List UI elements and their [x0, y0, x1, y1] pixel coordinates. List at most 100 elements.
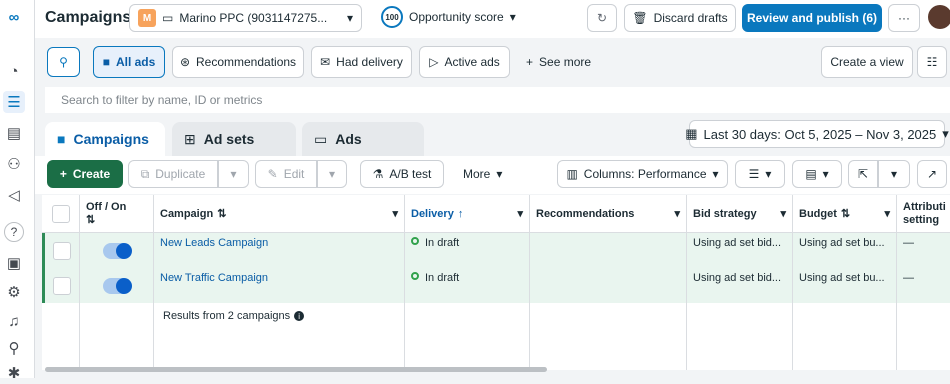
- avatar[interactable]: [928, 5, 950, 29]
- notifications-icon[interactable]: ♫: [3, 310, 25, 332]
- budget-cell: Using ad set bu...: [793, 233, 897, 268]
- col-recommendations[interactable]: Recommendations ▾: [530, 195, 687, 233]
- export-dropdown[interactable]: ▾: [878, 160, 910, 188]
- col-bid-strategy[interactable]: Bid strategy ▾: [687, 195, 793, 233]
- chevron-down-icon: ▾: [780, 208, 786, 220]
- export-button[interactable]: ⇱: [848, 160, 878, 188]
- attribution-cell: —: [903, 272, 914, 284]
- campaign-name-link[interactable]: New Leads Campaign: [154, 233, 405, 268]
- opportunity-score[interactable]: 100 Opportunity score ▾: [381, 6, 516, 28]
- settings-icon[interactable]: ⚙: [3, 281, 25, 303]
- row-checkbox[interactable]: [53, 241, 71, 260]
- table-row[interactable]: New Traffic Campaign In draft Using ad s…: [42, 268, 950, 303]
- col-delivery[interactable]: Delivery ↑ ▾: [405, 195, 530, 233]
- edit-button[interactable]: ✎ Edit: [255, 160, 317, 188]
- refresh-button[interactable]: ↻: [587, 4, 617, 32]
- status-dot-icon: [411, 272, 419, 280]
- discard-drafts-button[interactable]: 🗑 Discard drafts: [624, 4, 736, 32]
- filter-recommendations[interactable]: ⊛ Recommendations: [172, 46, 304, 78]
- sort-icon: ⇅: [840, 208, 851, 220]
- chevron-down-icon: ▾: [765, 167, 772, 181]
- row-toggle-cell: [80, 268, 154, 303]
- create-view-button[interactable]: Create a view: [821, 46, 913, 78]
- delivery-label: In draft: [425, 272, 460, 284]
- see-more-label: See more: [539, 55, 592, 69]
- more-dropdown[interactable]: More ▾: [463, 167, 502, 181]
- edit-dropdown[interactable]: ▾: [317, 160, 347, 188]
- search-input[interactable]: Search to filter by name, ID or metrics: [45, 87, 950, 113]
- charts-button[interactable]: ↗: [917, 160, 947, 188]
- view-settings-button[interactable]: ☷: [917, 46, 947, 78]
- see-more-button[interactable]: + See more: [526, 55, 591, 69]
- send-icon: ▷: [429, 55, 439, 69]
- chevron-down-icon: ▾: [822, 167, 829, 181]
- filter-had-delivery-label: Had delivery: [336, 55, 403, 69]
- chevron-down-icon: ▾: [942, 126, 949, 141]
- tab-ads[interactable]: ▭ Ads: [302, 122, 424, 156]
- search-icon[interactable]: ⚲: [3, 337, 25, 359]
- col-attribution[interactable]: Attributi setting: [897, 195, 950, 233]
- col-campaign[interactable]: Campaign ⇅ ▾: [154, 195, 405, 233]
- campaign-name-link[interactable]: New Traffic Campaign: [154, 268, 405, 303]
- account-icon: ▭: [162, 11, 174, 25]
- grid-icon: ⊞: [184, 130, 196, 147]
- col-budget[interactable]: Budget ⇅ ▾: [793, 195, 897, 233]
- select-all-checkbox[interactable]: [51, 204, 70, 223]
- campaigns-table-icon[interactable]: ☰: [3, 91, 25, 113]
- filter-active-ads[interactable]: ▷ Active ads: [419, 46, 510, 78]
- columns-label: Columns: Performance: [583, 167, 707, 181]
- pages-icon[interactable]: ▤: [3, 122, 25, 144]
- date-range-picker[interactable]: ▦ Last 30 days: Oct 5, 2025 – Nov 3, 2025…: [685, 120, 949, 148]
- table-row[interactable]: New Leads Campaign In draft Using ad set…: [42, 233, 950, 268]
- tab-campaigns-label: Campaigns: [73, 131, 149, 147]
- tab-ad-sets[interactable]: ⊞ Ad sets: [172, 122, 296, 156]
- dashboard-icon[interactable]: ◔: [3, 60, 25, 82]
- columns-dropdown[interactable]: ▥ Columns: Performance ▾: [557, 160, 728, 188]
- chevron-down-icon: ▾: [674, 208, 680, 220]
- attribution-cell: —: [903, 237, 914, 249]
- bug-icon[interactable]: ✱: [3, 362, 25, 384]
- meta-logo-icon[interactable]: ∞: [3, 6, 25, 28]
- on-off-toggle[interactable]: [102, 277, 132, 294]
- review-publish-button[interactable]: Review and publish (6): [742, 4, 882, 32]
- row-checkbox[interactable]: [53, 276, 71, 295]
- on-off-toggle[interactable]: [102, 242, 132, 259]
- envelope-icon: ✉: [320, 55, 331, 69]
- info-icon[interactable]: i: [294, 311, 305, 321]
- reports-button[interactable]: ▤ ▾: [792, 160, 842, 188]
- recommendation-icon: ⊛: [179, 55, 190, 69]
- row-select: [45, 233, 80, 268]
- breakdown-button[interactable]: ☰ ▾: [735, 160, 785, 188]
- more-options-button[interactable]: ···: [888, 4, 920, 32]
- filter-all-ads[interactable]: ■ All ads: [93, 46, 165, 78]
- pencil-icon: ✎: [267, 167, 278, 181]
- flask-icon: ⚗: [372, 167, 384, 181]
- megaphone-icon[interactable]: ◁: [3, 184, 25, 206]
- filter-recommendations-label: Recommendations: [196, 55, 297, 69]
- col-campaign-label: Campaign: [160, 207, 214, 220]
- row-toggle-cell: [80, 233, 154, 268]
- search-icon: ⚲: [59, 55, 68, 69]
- help-icon[interactable]: ?: [4, 222, 24, 242]
- filter-had-delivery[interactable]: ✉ Had delivery: [311, 46, 412, 78]
- divider: [404, 303, 405, 370]
- plus-icon: +: [59, 167, 67, 181]
- billing-icon[interactable]: ▣: [3, 252, 25, 274]
- create-button[interactable]: + Create: [47, 160, 123, 188]
- tab-campaigns[interactable]: ■ Campaigns: [45, 122, 165, 156]
- bid-strategy-cell: Using ad set bid...: [687, 233, 793, 268]
- ab-test-label: A/B test: [389, 167, 432, 181]
- export-icon: ⇱: [857, 167, 869, 181]
- score-ring: 100: [381, 6, 403, 28]
- duplicate-dropdown[interactable]: ▾: [218, 160, 249, 188]
- calendar-icon: ▦: [685, 126, 698, 141]
- campaigns-table: Off / On ⇅ Campaign ⇅ ▾ Delivery ↑ ▾ Recommen…: [42, 195, 950, 370]
- account-selector[interactable]: M ▭ Marino PPC (9031147275... ▾: [129, 4, 362, 32]
- col-off-on[interactable]: Off / On ⇅: [80, 195, 154, 233]
- search-toggle-button[interactable]: ⚲: [47, 47, 80, 77]
- divider: [79, 303, 80, 370]
- audience-icon[interactable]: ⚇: [3, 153, 25, 175]
- horizontal-scrollbar[interactable]: [45, 367, 547, 372]
- ab-test-button[interactable]: ⚗ A/B test: [360, 160, 444, 188]
- duplicate-button[interactable]: ⧉ Duplicate: [128, 160, 218, 188]
